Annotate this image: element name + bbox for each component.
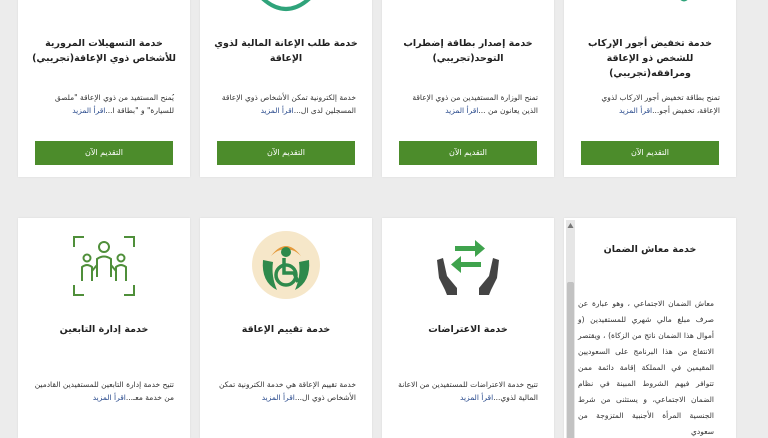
apply-now-button[interactable]: التقديم الآن bbox=[35, 141, 173, 165]
service-card-traffic-facilities: خدمة التسهيلات المرورية للأشخاص ذوي الإع… bbox=[18, 0, 190, 177]
objections-hands-icon bbox=[437, 240, 499, 295]
service-card-fare-discount: خدمة تخفيض أجور الإركاب للشخص ذو الإعاقة… bbox=[564, 0, 736, 177]
card-description: تمنح الوزارة المستفيدين من ذوي الإعاقة ا… bbox=[412, 93, 538, 115]
read-more-link[interactable]: اقرأ المزيد bbox=[72, 106, 105, 115]
scrollbar-thumb[interactable] bbox=[567, 282, 574, 438]
read-more-link[interactable]: اقرأ المزيد bbox=[261, 106, 294, 115]
service-card-autism-card: خدمة إصدار بطاقة إضطراب التوحد(تجريبي) ت… bbox=[382, 0, 554, 177]
service-card-financial-aid: خدمة طلب الإعانة المالية لذوي الإعاقة خد… bbox=[200, 0, 372, 177]
service-logo-icon bbox=[261, 0, 311, 11]
service-card-objections: خدمة الاعتراضات تتيح خدمة الاعتراضات للم… bbox=[382, 218, 554, 438]
apply-now-button[interactable]: التقديم الآن bbox=[399, 141, 537, 165]
read-more-link[interactable]: اقرأ المزيد bbox=[93, 393, 126, 402]
read-more-link[interactable]: اقرأ المزيد bbox=[445, 106, 478, 115]
services-grid: خدمة التسهيلات المرورية للأشخاص ذوي الإع… bbox=[0, 0, 768, 438]
service-card-social-security: خدمة معاش الضمان معاش الضمان الاجتماعي ،… bbox=[564, 218, 736, 438]
card-title: خدمة معاش الضمان bbox=[603, 244, 697, 255]
card-description: خدمة تقييم الإعاقة هي خدمة الكترونية تمك… bbox=[218, 380, 356, 402]
card-description: يُمنح المستفيد من ذوي الإعاقة "ملصق للسي… bbox=[54, 93, 174, 115]
apply-now-button[interactable]: التقديم الآن bbox=[581, 141, 719, 165]
card-title: خدمة تخفيض أجور الإركاب للشخص ذو الإعاقة… bbox=[588, 38, 712, 79]
card-description: تتيح خدمة إدارة التابعين للمستفيدين القا… bbox=[34, 380, 174, 402]
card-title: خدمة تقييم الإعاقة bbox=[241, 324, 331, 335]
scroll-up-arrow-icon[interactable] bbox=[567, 222, 574, 229]
card-description: تتيح خدمة الاعتراضات للمستفيدين من الاعا… bbox=[398, 380, 538, 402]
card-description: معاش الضمان الاجتماعي ، وهو عبارة عن صرف… bbox=[578, 299, 714, 436]
disability-assessment-icon bbox=[252, 231, 320, 299]
dependents-icon bbox=[73, 236, 135, 296]
card-title: خدمة التسهيلات المرورية للأشخاص ذوي الإع… bbox=[32, 38, 176, 64]
apply-now-button[interactable]: التقديم الآن bbox=[217, 141, 355, 165]
read-more-link[interactable]: اقرأ المزيد bbox=[262, 393, 295, 402]
card-title: خدمة الاعتراضات bbox=[428, 324, 508, 335]
card-description: تمنح بطاقة تخفيض أجور الاركاب لذوي الإعا… bbox=[601, 93, 720, 115]
service-card-disability-assessment: خدمة تقييم الإعاقة خدمة تقييم الإعاقة هي… bbox=[200, 218, 372, 438]
card-title: خدمة إدارة التابعين bbox=[59, 324, 149, 335]
card-title: خدمة إصدار بطاقة إضطراب التوحد(تجريبي) bbox=[403, 38, 533, 64]
service-card-dependents: خدمة إدارة التابعين تتيح خدمة إدارة التا… bbox=[18, 218, 190, 438]
read-more-link[interactable]: اقرأ المزيد bbox=[619, 106, 652, 115]
card-description: خدمة إلكترونية تمكن الأشخاص ذوي الإعاقة … bbox=[221, 93, 356, 115]
read-more-link[interactable]: اقرأ المزيد bbox=[460, 393, 493, 402]
card-title: خدمة طلب الإعانة المالية لذوي الإعاقة bbox=[214, 38, 358, 64]
scrollbar[interactable] bbox=[566, 220, 575, 438]
service-logo-icon bbox=[680, 0, 688, 2]
